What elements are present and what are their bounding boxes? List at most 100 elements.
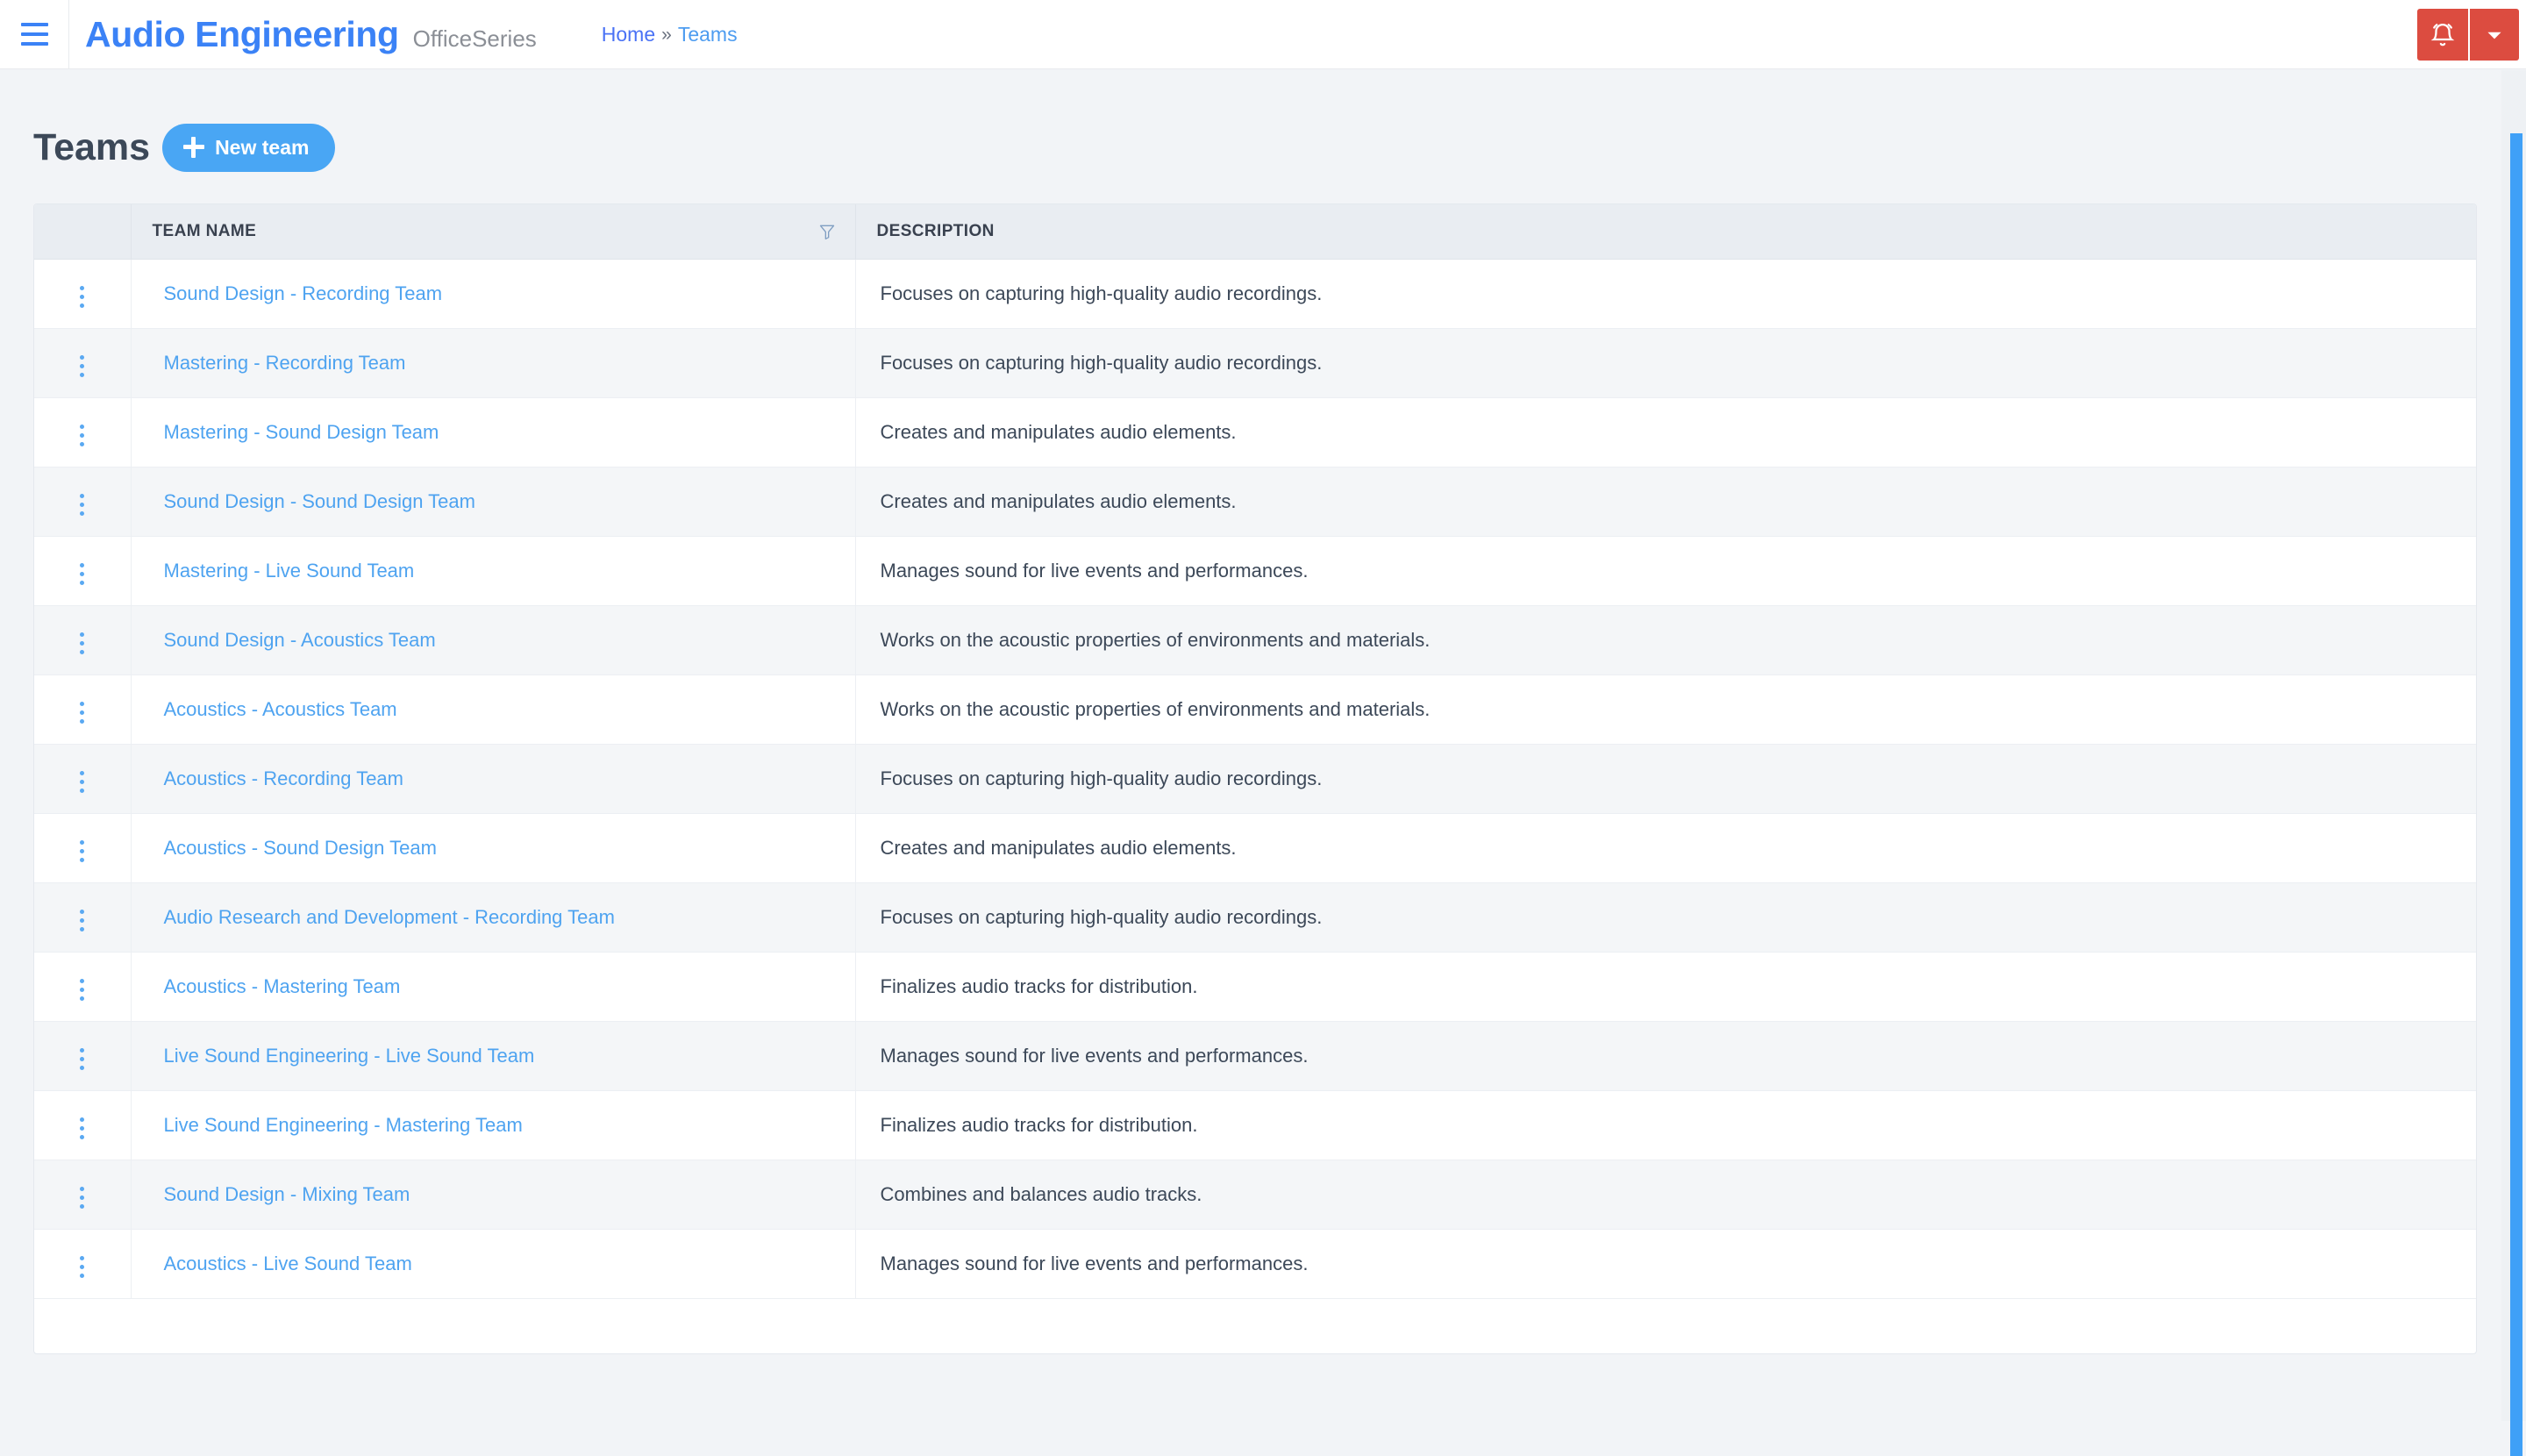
table-row: Sound Design - Acoustics Team Works on th… [34, 605, 2476, 675]
table-row: Acoustics - Acoustics Team Works on the a… [34, 674, 2476, 745]
table-row: Acoustics - Live Sound Team Manages sound… [34, 1229, 2476, 1299]
hamburger-icon[interactable] [0, 0, 68, 69]
team-description-cell: Finalizes audio tracks for distribution. [855, 1090, 2476, 1160]
kebab-menu-icon[interactable] [68, 1180, 96, 1216]
new-team-button-label: New team [215, 135, 310, 159]
new-team-button[interactable]: New team [162, 123, 336, 172]
kebab-menu-icon[interactable] [68, 487, 96, 523]
team-name-cell: Sound Design - Mixing Team [131, 1160, 856, 1230]
page-scrollbar-track[interactable] [2501, 70, 2526, 1456]
team-name-cell: Sound Design - Recording Team [131, 259, 856, 329]
breadcrumb: Home » Teams [602, 24, 738, 45]
hamburger-line [20, 42, 48, 46]
team-name-link[interactable]: Live Sound Engineering - Mastering Team [164, 1114, 523, 1136]
team-description-cell: Combines and balances audio tracks. [855, 1160, 2476, 1230]
table-row: Acoustics - Recording Team Focuses on cap… [34, 744, 2476, 814]
brand-subtitle: OfficeSeries [412, 25, 537, 52]
chevron-down-icon [2487, 32, 2501, 39]
team-name-link[interactable]: Acoustics - Acoustics Team [164, 698, 397, 720]
team-name-cell: Mastering - Sound Design Team [131, 397, 856, 467]
top-navigation-bar: Audio Engineering OfficeSeries Home » Te… [0, 0, 2526, 69]
team-description-cell: Finalizes audio tracks for distribution. [855, 952, 2476, 1022]
team-name-link[interactable]: Acoustics - Recording Team [164, 767, 404, 789]
team-name-link[interactable]: Mastering - Sound Design Team [164, 421, 439, 443]
team-name-cell: Mastering - Live Sound Team [131, 536, 856, 606]
table-row: Mastering - Sound Design Team Creates and… [34, 397, 2476, 467]
kebab-menu-icon[interactable] [68, 1249, 96, 1285]
team-description-cell: Focuses on capturing high-quality audio … [855, 744, 2476, 814]
notifications-button[interactable] [2417, 9, 2468, 61]
team-name-link[interactable]: Mastering - Live Sound Team [164, 560, 415, 582]
table-row: Sound Design - Recording Team Focuses on … [34, 259, 2476, 329]
kebab-menu-icon[interactable] [68, 348, 96, 384]
team-description-cell: Creates and manipulates audio elements. [855, 813, 2476, 883]
team-name-link[interactable]: Mastering - Recording Team [164, 352, 406, 374]
row-actions-cell [34, 952, 132, 1022]
table-header: TEAM NAME DESCRIPTION [34, 204, 2476, 260]
page-scrollbar-thumb[interactable] [2510, 133, 2522, 1456]
row-actions-cell [34, 328, 132, 398]
team-name-link[interactable]: Sound Design - Mixing Team [164, 1183, 410, 1205]
kebab-menu-icon[interactable] [68, 1041, 96, 1077]
team-name-link[interactable]: Acoustics - Sound Design Team [164, 837, 437, 859]
kebab-menu-icon[interactable] [68, 556, 96, 592]
column-header-description: DESCRIPTION [855, 204, 2476, 260]
table-row: Live Sound Engineering - Mastering Team F… [34, 1090, 2476, 1160]
team-name-cell: Audio Research and Development - Recordi… [131, 882, 856, 953]
table-row: Mastering - Recording Team Focuses on cap… [34, 328, 2476, 398]
team-description-cell: Works on the acoustic properties of envi… [855, 674, 2476, 745]
row-actions-cell [34, 1229, 132, 1299]
row-actions-cell [34, 397, 132, 467]
team-name-cell: Acoustics - Acoustics Team [131, 674, 856, 745]
team-name-link[interactable]: Acoustics - Live Sound Team [164, 1253, 412, 1274]
row-actions-cell [34, 1021, 132, 1091]
team-description-cell: Creates and manipulates audio elements. [855, 467, 2476, 537]
row-actions-cell [34, 744, 132, 814]
team-name-cell: Sound Design - Sound Design Team [131, 467, 856, 537]
page-header: Teams New team [33, 103, 336, 192]
hamburger-line [20, 32, 48, 36]
team-description-cell: Manages sound for live events and perfor… [855, 1021, 2476, 1091]
topbar-actions [2417, 9, 2519, 61]
team-description-cell: Focuses on capturing high-quality audio … [855, 259, 2476, 329]
team-name-cell: Live Sound Engineering - Live Sound Team [131, 1021, 856, 1091]
table-row: Live Sound Engineering - Live Sound Team… [34, 1021, 2476, 1091]
kebab-menu-icon[interactable] [68, 625, 96, 661]
row-actions-cell [34, 1090, 132, 1160]
breadcrumb-teams-link[interactable]: Teams [678, 24, 738, 45]
row-actions-cell [34, 1160, 132, 1230]
team-name-link[interactable]: Audio Research and Development - Recordi… [164, 906, 615, 928]
team-description-cell: Focuses on capturing high-quality audio … [855, 328, 2476, 398]
breadcrumb-home-link[interactable]: Home [602, 24, 655, 45]
team-name-link[interactable]: Acoustics - Mastering Team [164, 975, 401, 997]
team-name-cell: Acoustics - Mastering Team [131, 952, 856, 1022]
kebab-menu-icon[interactable] [68, 764, 96, 800]
table-header-row: TEAM NAME DESCRIPTION [34, 204, 2476, 260]
kebab-menu-icon[interactable] [68, 418, 96, 453]
team-name-cell: Acoustics - Live Sound Team [131, 1229, 856, 1299]
row-actions-cell [34, 259, 132, 329]
team-name-cell: Mastering - Recording Team [131, 328, 856, 398]
row-actions-cell [34, 813, 132, 883]
kebab-menu-icon[interactable] [68, 972, 96, 1008]
brand-title: Audio Engineering [85, 13, 399, 54]
table-row: Acoustics - Mastering Team Finalizes audi… [34, 952, 2476, 1022]
team-name-link[interactable]: Sound Design - Sound Design Team [164, 490, 475, 512]
team-name-link[interactable]: Sound Design - Acoustics Team [164, 629, 436, 651]
row-actions-cell [34, 674, 132, 745]
kebab-menu-icon[interactable] [68, 833, 96, 869]
teams-table: TEAM NAME DESCRIPTION Sound Design - Rec… [34, 204, 2476, 1299]
kebab-menu-icon[interactable] [68, 903, 96, 939]
breadcrumb-separator: » [661, 24, 672, 45]
team-name-link[interactable]: Live Sound Engineering - Live Sound Team [164, 1045, 535, 1067]
kebab-menu-icon[interactable] [68, 279, 96, 315]
kebab-menu-icon[interactable] [68, 1110, 96, 1146]
team-name-cell: Acoustics - Sound Design Team [131, 813, 856, 883]
team-description-cell: Creates and manipulates audio elements. [855, 397, 2476, 467]
kebab-menu-icon[interactable] [68, 695, 96, 731]
teams-table-card: TEAM NAME DESCRIPTION Sound Design - Rec… [33, 203, 2477, 1354]
team-name-link[interactable]: Sound Design - Recording Team [164, 282, 443, 304]
filter-funnel-icon[interactable] [818, 223, 836, 240]
brand: Audio Engineering OfficeSeries [69, 13, 537, 54]
notifications-dropdown-button[interactable] [2470, 9, 2519, 61]
